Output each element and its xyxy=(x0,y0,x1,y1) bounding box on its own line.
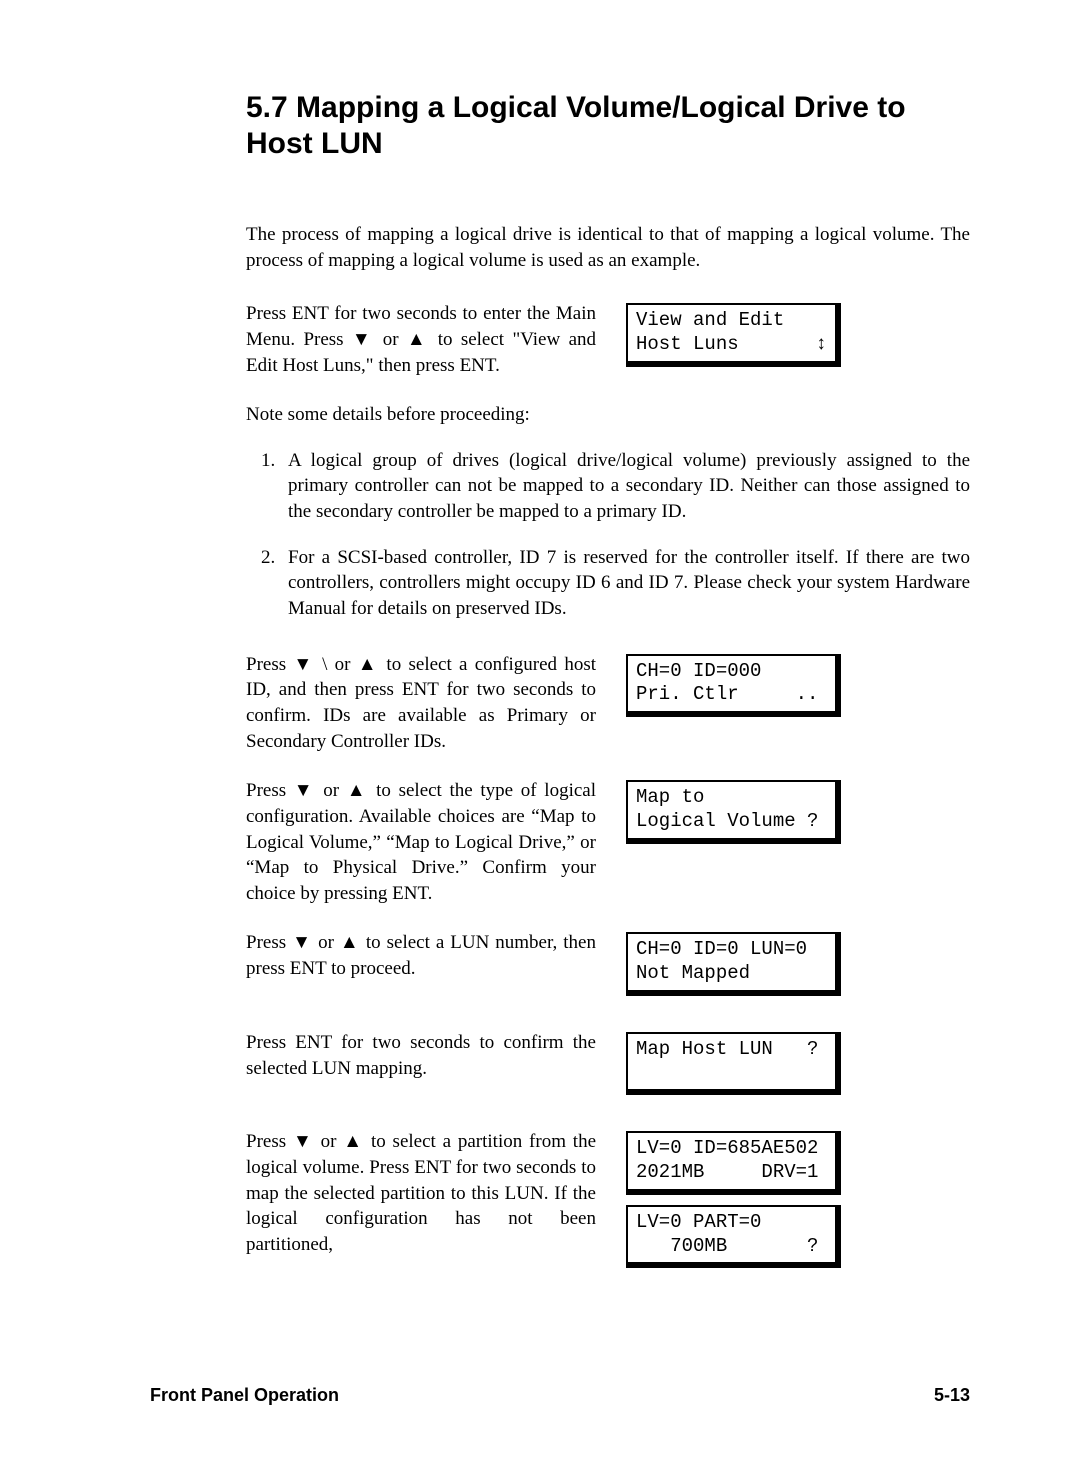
lcd-line: Pri. Ctlr .. xyxy=(636,683,818,705)
up-triangle-icon xyxy=(343,1131,364,1152)
lcd-line: Logical Volume ? xyxy=(636,810,818,832)
lcd-line: 700MB ? xyxy=(636,1235,818,1257)
text-fragment: Press xyxy=(246,654,293,675)
notes-list: A logical group of drives (logical drive… xyxy=(246,448,970,622)
step-row-2: Press \ or to select a configured host I… xyxy=(246,652,970,755)
step1-text: Press ENT for two seconds to enter the M… xyxy=(246,301,596,378)
step-row-5: Press ENT for two seconds to confirm the… xyxy=(246,1030,970,1106)
lcd-line: CH=0 ID=000 xyxy=(636,660,761,682)
lcd-line: Map to xyxy=(636,786,704,808)
updown-arrow-icon: ↕ xyxy=(816,333,827,357)
lcd-display-1: View and Edit Host Luns ↕ xyxy=(626,301,841,377)
text-fragment: Press xyxy=(246,1131,293,1152)
body-column: The process of mapping a logical drive i… xyxy=(246,222,970,1278)
down-triangle-icon xyxy=(294,780,316,801)
lcd-line: Host Luns xyxy=(636,333,739,355)
step-row-4: Press or to select a LUN number, then pr… xyxy=(246,930,970,1006)
lcd-line: Not Mapped xyxy=(636,962,750,984)
down-triangle-icon xyxy=(352,329,374,350)
note-item: A logical group of drives (logical drive… xyxy=(280,448,970,525)
lcd-line: LV=0 PART=0 xyxy=(636,1211,761,1233)
lcd-line: Map Host LUN ? xyxy=(636,1038,818,1060)
footer-section-title: Front Panel Operation xyxy=(150,1385,339,1406)
lcd-box: View and Edit Host Luns ↕ xyxy=(626,303,841,367)
text-fragment: \ or xyxy=(315,654,358,675)
lcd-line: 2021MB DRV=1 xyxy=(636,1161,818,1183)
lcd-display-3: Map to Logical Volume ? xyxy=(626,778,841,854)
lcd-box: Map Host LUN ? xyxy=(626,1032,841,1096)
lcd-box: LV=0 ID=685AE502 2021MB DRV=1 xyxy=(626,1131,841,1195)
footer-page-number: 5-13 xyxy=(934,1385,970,1406)
step2-text: Press \ or to select a configured host I… xyxy=(246,652,596,755)
up-triangle-icon xyxy=(358,654,379,675)
page-footer: Front Panel Operation 5-13 xyxy=(150,1385,970,1406)
intro-paragraph: The process of mapping a logical drive i… xyxy=(246,222,970,273)
text-fragment: or xyxy=(312,932,340,953)
lcd-display-6-7: LV=0 ID=685AE502 2021MB DRV=1 LV=0 PART=… xyxy=(626,1129,841,1278)
lcd-box: CH=0 ID=0 LUN=0 Not Mapped xyxy=(626,932,841,996)
down-triangle-icon xyxy=(293,1131,314,1152)
step5-text: Press ENT for two seconds to confirm the… xyxy=(246,1030,596,1081)
up-triangle-icon xyxy=(340,932,360,953)
down-triangle-icon xyxy=(292,932,312,953)
lcd-line xyxy=(636,1062,647,1084)
step-row-1: Press ENT for two seconds to enter the M… xyxy=(246,301,970,378)
lcd-display-5: Map Host LUN ? xyxy=(626,1030,841,1106)
lcd-line: View and Edit xyxy=(636,309,784,331)
section-heading: 5.7 Mapping a Logical Volume/Logical Dri… xyxy=(246,90,970,162)
step-row-3: Press or to select the type of logical c… xyxy=(246,778,970,906)
note-intro: Note some details before proceeding: xyxy=(246,402,970,428)
up-triangle-icon xyxy=(407,329,429,350)
page: 5.7 Mapping a Logical Volume/Logical Dri… xyxy=(0,0,1080,1476)
lcd-line: CH=0 ID=0 LUN=0 xyxy=(636,938,807,960)
lcd-display-2: CH=0 ID=000 Pri. Ctlr .. xyxy=(626,652,841,728)
note-item: For a SCSI-based controller, ID 7 is res… xyxy=(280,545,970,622)
text-fragment: or xyxy=(316,780,347,801)
lcd-display-4: CH=0 ID=0 LUN=0 Not Mapped xyxy=(626,930,841,1006)
step3-text: Press or to select the type of logical c… xyxy=(246,778,596,906)
step-row-6: Press or to select a partition from the … xyxy=(246,1129,970,1278)
text-fragment: Press xyxy=(246,780,294,801)
down-triangle-icon xyxy=(293,654,314,675)
text-fragment: or xyxy=(374,329,407,350)
up-triangle-icon xyxy=(347,780,369,801)
step4-text: Press or to select a LUN number, then pr… xyxy=(246,930,596,981)
step6-text: Press or to select a partition from the … xyxy=(246,1129,596,1257)
lcd-box: LV=0 PART=0 700MB ? xyxy=(626,1205,841,1269)
lcd-box: Map to Logical Volume ? xyxy=(626,780,841,844)
text-fragment: or xyxy=(314,1131,343,1152)
text-fragment: Press xyxy=(246,932,292,953)
lcd-line: LV=0 ID=685AE502 xyxy=(636,1137,818,1159)
lcd-box: CH=0 ID=000 Pri. Ctlr .. xyxy=(626,654,841,718)
